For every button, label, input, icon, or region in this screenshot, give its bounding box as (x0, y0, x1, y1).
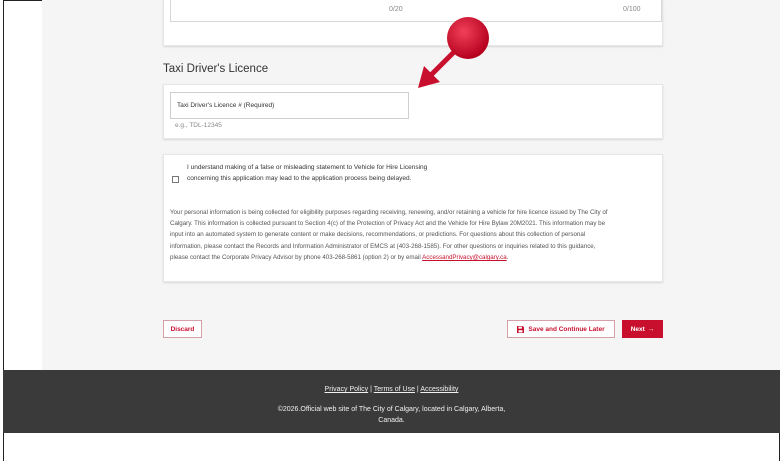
accessibility-link[interactable]: Accessibility (420, 386, 458, 393)
licence-number-label: Taxi Driver's Licence # (Required) (177, 102, 275, 109)
footer-separator: | (416, 386, 419, 393)
declaration-checkbox[interactable] (172, 176, 179, 183)
discard-button[interactable]: Discard (163, 320, 202, 338)
licence-number-hint: e.g., TDL-12345 (175, 122, 222, 129)
licence-section-title: Taxi Driver's Licence (163, 63, 269, 75)
next-label: Next (630, 325, 645, 333)
terms-of-use-link[interactable]: Terms of Use (374, 386, 415, 393)
privacy-notice-text: Your personal information is being colle… (170, 209, 608, 261)
privacy-email-link[interactable]: AccessandPrivacy@calgary.ca (422, 254, 507, 261)
copyright-text: ©2026.Official web site of The City of C… (277, 406, 506, 424)
licence-number-input[interactable]: Taxi Driver's Licence # (Required) (170, 92, 409, 119)
save-continue-later-label: Save and Continue Later (528, 325, 605, 333)
floppy-disk-icon (517, 325, 525, 333)
site-footer: Privacy Policy | Terms of Use | Accessib… (3, 370, 780, 433)
footer-copyright: ©2026.Official web site of The City of C… (3, 404, 780, 426)
next-button[interactable]: Next → (622, 320, 663, 338)
privacy-notice-end: . (506, 253, 509, 261)
annotation-arrow-icon (418, 17, 489, 88)
char-counter-right: 0/100 (623, 6, 641, 13)
footer-separator: | (370, 386, 372, 393)
arrow-right-icon: → (647, 325, 655, 333)
privacy-notice: Your personal information is being colle… (170, 207, 610, 263)
privacy-policy-link[interactable]: Privacy Policy (325, 386, 369, 393)
save-continue-later-button[interactable]: Save and Continue Later (507, 320, 615, 338)
char-counter-left: 0/20 (389, 6, 403, 13)
declaration-text: I understand making of a false or mislea… (187, 164, 428, 182)
footer-links: Privacy Policy | Terms of Use | Accessib… (3, 386, 780, 393)
